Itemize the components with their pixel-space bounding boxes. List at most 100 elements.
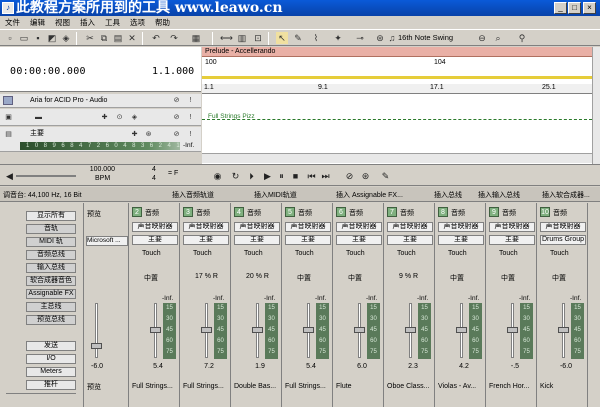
menu-file[interactable]: 文件 [0,16,25,29]
play-icon[interactable]: ▶ [262,171,273,182]
tempo-marker[interactable]: 100 [205,59,217,66]
track-row-aria[interactable]: Aria for ACID Pro - Audio ⊘ ! [0,94,201,108]
marker-prelude[interactable]: Prelude - Accellerando [202,47,592,57]
fader-knob[interactable] [558,327,569,333]
scrub-tool-icon[interactable]: ✦ [332,32,344,44]
play-from-start-icon[interactable]: ⏵ [246,171,257,182]
strip-name[interactable]: Violas - Av... [438,382,484,392]
insert-softsynth-button[interactable]: 插入软合成器... [542,190,590,200]
pan-value[interactable]: 中置 [297,273,311,283]
split-tool-icon[interactable]: ⊸ [354,32,366,44]
new-icon[interactable]: ▫ [4,32,16,44]
preview-fader-knob[interactable] [91,343,102,349]
mute-icon[interactable]: ⊘ [172,113,181,122]
automation-mode[interactable]: Touch [193,250,212,257]
close-icon[interactable]: × [583,2,596,14]
output-bus[interactable]: 主要 [387,235,433,245]
automation-mode[interactable]: Touch [397,250,416,257]
menu-view[interactable]: 视图 [50,16,75,29]
solo-icon[interactable]: ! [186,113,195,122]
draw-tool-icon[interactable]: ✎ [292,32,304,44]
tempo-slider[interactable]: ◀ [4,171,15,182]
envelope-tool-icon[interactable]: ⌇ [310,32,322,44]
stop-icon[interactable]: ■ [290,171,301,182]
output-bus[interactable]: 主要 [234,235,280,245]
metronome-icon[interactable]: ⊘ [344,171,355,182]
save-icon[interactable]: ▪ [32,32,44,44]
output-bus[interactable]: 主要 [183,235,229,245]
preview-bus-button[interactable]: 预览总线 [26,315,76,325]
meters-button[interactable]: Meters [26,367,76,377]
maximize-icon[interactable]: □ [568,2,581,14]
record-icon[interactable]: ◉ [212,171,223,182]
output-bus[interactable]: 主要 [438,235,484,245]
swing-icon[interactable]: ♫ [386,32,398,44]
track-row-master[interactable]: ▤ 主要 ✚ ⊛ ⊘ ! 1089684726048362412 -Inf. [0,127,201,152]
pan-value[interactable]: 中置 [501,273,515,283]
menu-options[interactable]: 选项 [125,16,150,29]
insert-assignable-fx-button[interactable]: 插入 Assignable FX... [336,190,403,200]
fx-slot[interactable]: 声音映射器 [285,222,331,232]
loop-region[interactable] [202,76,592,79]
pause-icon[interactable]: ⏸ [276,171,287,182]
preview-device[interactable]: Microsoft ... [86,236,128,246]
undo-icon[interactable]: ↶ [150,32,162,44]
automation-mode[interactable]: Touch [346,250,365,257]
properties-icon[interactable]: ◈ [60,32,72,44]
fx-slot[interactable]: 声音映射器 [183,222,229,232]
minimize-icon[interactable]: _ [554,2,567,14]
pan-value[interactable]: 20 % R [246,273,269,280]
envelope-icon[interactable]: ◈ [130,113,139,122]
bpm-value[interactable]: 100.000 [85,165,115,174]
go-end-icon[interactable]: ⏭ [320,171,331,182]
go-start-icon[interactable]: ⏮ [306,171,317,182]
timeline-scrollbar[interactable] [202,153,592,163]
softsynth-button[interactable]: 软合成器音色 [26,276,76,286]
menu-tools[interactable]: 工具 [100,16,125,29]
assignable-fx-button[interactable]: Assignable FX [26,289,76,299]
output-bus[interactable]: 主要 [489,235,535,245]
show-all-button[interactable]: 显示所有 [26,211,76,221]
paste-icon[interactable]: ▤ [112,32,124,44]
pan-value[interactable]: 中置 [450,273,464,283]
redo-icon[interactable]: ↷ [168,32,180,44]
normal-tool-icon[interactable]: ↖ [276,32,288,44]
sends-button[interactable]: 发送 [26,341,76,351]
strip-name[interactable]: Full Strings... [183,382,229,392]
volume-slider[interactable]: ▬ [34,113,43,122]
menu-help[interactable]: 帮助 [150,16,175,29]
preview-fader[interactable] [95,303,98,358]
snap-icon[interactable]: ⟷ [220,32,233,44]
fader-knob[interactable] [354,327,365,333]
tempo-slider-track[interactable] [16,175,76,177]
fx-slot[interactable]: 声音映射器 [234,222,280,232]
grid-icon[interactable]: ▥ [236,32,248,44]
main-bus-button[interactable]: 主总线 [26,302,76,312]
pan-value[interactable]: 17 % R [195,273,218,280]
automation-mode[interactable]: Touch [142,250,161,257]
strip-name[interactable]: Full Strings... [132,382,178,392]
time-ruler[interactable]: 1.1 9.1 17.1 25.1 [202,84,592,94]
open-icon[interactable]: ▭ [18,32,30,44]
timeline[interactable]: Prelude - Accellerando 100 104 1.1 9.1 1… [202,47,592,164]
fader-knob[interactable] [252,327,263,333]
output-bus[interactable]: 主要 [132,235,178,245]
fx-slot[interactable]: 声音映射器 [336,222,382,232]
automation-mode[interactable]: Touch [295,250,314,257]
fx-icon[interactable]: ✚ [130,130,139,139]
key-signature[interactable]: = F [168,170,178,177]
swing-dropdown-icon[interactable]: ⊖ [476,32,488,44]
mute-icon[interactable]: ⊘ [172,96,181,105]
strip-name[interactable]: Flute [336,382,382,392]
strip-name[interactable]: Oboe Class... [387,382,433,392]
render-icon[interactable]: ◩ [46,32,58,44]
pan-value[interactable]: 中置 [552,273,566,283]
fader-knob[interactable] [405,327,416,333]
insert-input-bus-button[interactable]: 插入输入总线 [478,190,520,200]
tempo-icon[interactable]: ✎ [380,171,391,182]
pin-icon[interactable]: ⚲ [516,32,528,44]
fader-knob[interactable] [507,327,518,333]
tempo-marker[interactable]: 104 [434,59,446,66]
zoom-slider[interactable] [6,393,76,401]
vertical-scrollbar[interactable] [592,47,600,164]
